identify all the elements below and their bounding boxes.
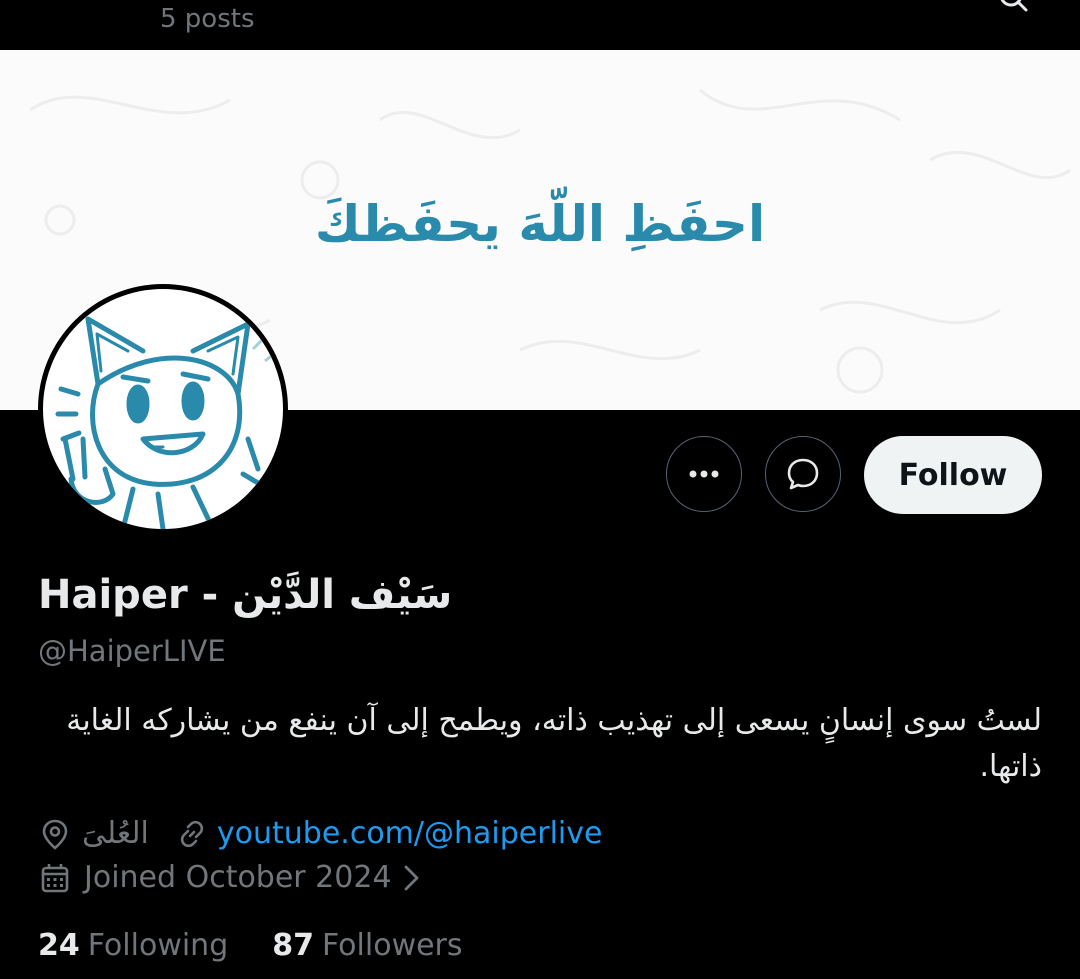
bio: لستُ سوى إنسانٍ يسعى إلى تهذيب ذاته، ويط… [66, 703, 1042, 784]
joined-date: Joined October 2024 [84, 860, 392, 895]
followers-label: Followers [322, 928, 463, 963]
avatar[interactable] [38, 284, 288, 534]
more-icon [689, 470, 719, 478]
following-label: Following [87, 928, 229, 963]
banner-text: احفَظِ اللّهَ يحفَظكَ [314, 195, 766, 253]
follow-button[interactable]: Follow [864, 436, 1042, 514]
link-icon [180, 820, 204, 847]
display-name: Haiper - سَيْف الدَّيْن [38, 572, 453, 618]
profile-meta-row: العُلىَ youtube.com/@haiperlive [38, 816, 602, 851]
followers-stat[interactable]: 87 Followers [272, 928, 462, 963]
following-count: 24 [38, 928, 80, 963]
joined-row[interactable]: Joined October 2024 [38, 860, 424, 895]
chevron-right-icon [404, 865, 418, 890]
following-stat[interactable]: 24 Following [38, 928, 228, 963]
avatar-image [43, 289, 283, 529]
location-icon [42, 819, 68, 850]
website-link[interactable]: youtube.com/@haiperlive [217, 816, 603, 851]
search-icon[interactable] [998, 0, 1028, 12]
message-button[interactable] [765, 436, 841, 512]
post-count: 5 posts [160, 4, 255, 34]
top-bar: 5 posts [0, 0, 1080, 50]
handle: @HaiperLIVE [38, 634, 226, 668]
more-button[interactable] [666, 436, 742, 512]
calendar-icon [41, 863, 69, 892]
followers-count: 87 [272, 928, 314, 963]
follow-stats: 24 Following 87 Followers [38, 928, 463, 963]
message-icon [787, 458, 819, 490]
cartoon-cat-avatar-icon [55, 316, 276, 529]
location-text: العُلىَ [82, 816, 149, 851]
